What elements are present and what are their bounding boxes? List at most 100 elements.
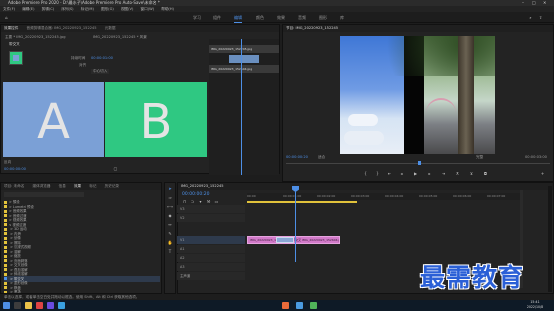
- tab-project[interactable]: 项目: 未命名: [4, 184, 24, 188]
- track-a2[interactable]: A2: [177, 254, 245, 262]
- quick-export-icon[interactable]: ⇧: [538, 15, 543, 20]
- mini-clip-a[interactable]: IMG_20220923_152245.jpg: [209, 45, 279, 53]
- transition-tile-b[interactable]: B: [105, 82, 207, 157]
- search-taskbar-icon[interactable]: [14, 302, 21, 309]
- home-icon[interactable]: ⌂: [4, 15, 9, 20]
- browser-icon[interactable]: [58, 302, 65, 309]
- pen-tool-icon[interactable]: ✎: [167, 231, 173, 237]
- duration-label: 持续时间: [71, 56, 86, 60]
- mark-in-icon[interactable]: {: [363, 171, 368, 176]
- mini-clip-b[interactable]: IMG_20220923_152604.jpg: [209, 65, 279, 73]
- mini-transition[interactable]: [229, 55, 259, 63]
- extract-icon[interactable]: ⊻: [469, 171, 474, 176]
- wrench-icon[interactable]: ⚒: [206, 199, 211, 204]
- taskbar-clock[interactable]: 15:41 2022/10/8: [520, 300, 550, 310]
- fit-dropdown[interactable]: 适合: [318, 155, 325, 160]
- tab-history[interactable]: 历史记录: [105, 184, 119, 188]
- track-v2[interactable]: V2: [177, 214, 245, 222]
- track-a3[interactable]: A3: [177, 263, 245, 271]
- tray-app-icon-2[interactable]: [296, 302, 303, 309]
- search-icon[interactable]: ⌕: [528, 15, 533, 20]
- program-video-frame[interactable]: [340, 36, 495, 154]
- menu-graphics[interactable]: 图形(G): [101, 7, 114, 11]
- duration-value[interactable]: 00:00:01:00: [91, 56, 113, 60]
- workspace-editing[interactable]: 编辑: [234, 15, 242, 23]
- quality-dropdown[interactable]: 完整: [476, 155, 483, 160]
- track-select-icon[interactable]: ⇒: [167, 195, 173, 201]
- hand-tool-icon[interactable]: ✋: [167, 240, 173, 246]
- razor-icon[interactable]: ◆: [167, 213, 173, 219]
- effects-search-input[interactable]: [4, 192, 84, 197]
- transition-tile-a[interactable]: A: [3, 82, 104, 157]
- tab-markers[interactable]: 标记: [89, 184, 96, 188]
- track-v3[interactable]: V3: [177, 205, 245, 213]
- timeline-transition[interactable]: [276, 237, 294, 243]
- ruler-tick-label: 00:00:03:00: [351, 194, 370, 198]
- slip-tool-icon[interactable]: ↔: [167, 222, 173, 228]
- captions-icon[interactable]: ▭: [214, 199, 219, 204]
- go-to-out-icon[interactable]: ⇥: [441, 171, 446, 176]
- workspace-effects[interactable]: 效果: [277, 15, 285, 21]
- tab-effect-controls[interactable]: 效果控件: [4, 26, 18, 30]
- premiere-pro-icon[interactable]: [47, 302, 54, 309]
- lift-icon[interactable]: ⊼: [455, 171, 460, 176]
- selection-tool-icon[interactable]: ➤: [167, 186, 173, 192]
- menu-window[interactable]: 窗口(W): [141, 7, 155, 11]
- menu-sequence[interactable]: 序列(S): [61, 7, 73, 11]
- step-forward-icon[interactable]: ▸: [427, 171, 432, 176]
- cloud-shape-2: [344, 131, 384, 145]
- tools-panel: ➤ ⇒ ⟷ ◆ ↔ ✎ ✋ T: [164, 182, 176, 294]
- timeline-playhead[interactable]: [295, 188, 296, 262]
- go-to-in-icon[interactable]: ⇤: [387, 171, 392, 176]
- track-master[interactable]: 主声道: [177, 272, 245, 280]
- track-label-v3: V3: [180, 207, 185, 211]
- ripple-edit-icon[interactable]: ⟷: [167, 204, 173, 210]
- menu-edit[interactable]: 编辑(E): [22, 7, 34, 11]
- add-marker-icon[interactable]: ▾: [198, 199, 203, 204]
- camera-icon[interactable]: ◘: [483, 171, 488, 176]
- app-icon-red[interactable]: [36, 302, 43, 309]
- workspace-assembly[interactable]: 组件: [213, 15, 221, 21]
- tab-effects[interactable]: 效果: [74, 184, 81, 188]
- menu-file[interactable]: 文件(F): [3, 7, 15, 11]
- track-v1[interactable]: V1: [177, 236, 245, 244]
- effect-controls-timecode[interactable]: 00:00:00:00: [4, 167, 26, 171]
- menu-view[interactable]: 视图(V): [121, 7, 133, 11]
- step-back-icon[interactable]: ◂: [399, 171, 404, 176]
- program-playhead[interactable]: [418, 161, 421, 165]
- tab-audio-mixer[interactable]: 音频剪辑混合器: IMG_20220923_152245: [27, 26, 97, 30]
- align-dropdown[interactable]: 中心切入: [91, 69, 110, 74]
- play-icon[interactable]: ▶: [413, 171, 418, 176]
- windows-start-icon[interactable]: [3, 302, 10, 309]
- mini-playhead[interactable]: [241, 39, 242, 175]
- workspace-audio[interactable]: 音频: [298, 15, 306, 21]
- effect-mini-timeline: IMG_20220923_152245.jpg IMG_20220923_152…: [209, 39, 279, 175]
- program-monitor-title[interactable]: 节目: IMG_20220923_152245: [286, 26, 338, 30]
- menu-clip[interactable]: 剪辑(C): [42, 7, 55, 11]
- program-timecode[interactable]: 00:00:00:20: [286, 155, 308, 159]
- workspace-learn[interactable]: 学习: [193, 15, 201, 21]
- linked-selection-icon[interactable]: ⊃: [190, 199, 195, 204]
- menu-marker[interactable]: 标记(M): [81, 7, 94, 11]
- timeline-ruler[interactable]: 00:00 00:00:01:00 00:00:02:00 00:00:03:0…: [247, 193, 520, 200]
- timeline-timecode[interactable]: 00:00:00:20: [182, 192, 209, 197]
- mark-out-icon[interactable]: }: [375, 171, 380, 176]
- work-area-bar[interactable]: [247, 201, 357, 203]
- effects-tree-item[interactable]: > 黑场: [4, 289, 160, 293]
- workspace-color[interactable]: 颜色: [256, 15, 264, 21]
- track-a1[interactable]: A1: [177, 245, 245, 253]
- tab-media-browser[interactable]: 媒体浏览器: [32, 184, 50, 188]
- export-frame-icon[interactable]: ▢: [113, 166, 118, 171]
- workspace-libraries[interactable]: 库: [340, 15, 344, 21]
- workspace-graphics[interactable]: 图形: [319, 15, 327, 21]
- type-tool-icon[interactable]: T: [167, 249, 173, 255]
- timeline-sequence-tab[interactable]: IMG_20220923_152245: [181, 184, 224, 188]
- add-button-icon[interactable]: +: [540, 171, 545, 176]
- tab-info[interactable]: 信息: [59, 184, 66, 188]
- snap-icon[interactable]: ⊓: [182, 199, 187, 204]
- file-explorer-icon[interactable]: [25, 302, 32, 309]
- tray-app-icon-3[interactable]: [310, 302, 317, 309]
- tab-metadata[interactable]: 元数据: [105, 26, 116, 30]
- tray-app-icon[interactable]: [282, 302, 289, 309]
- menu-help[interactable]: 帮助(H): [161, 7, 174, 11]
